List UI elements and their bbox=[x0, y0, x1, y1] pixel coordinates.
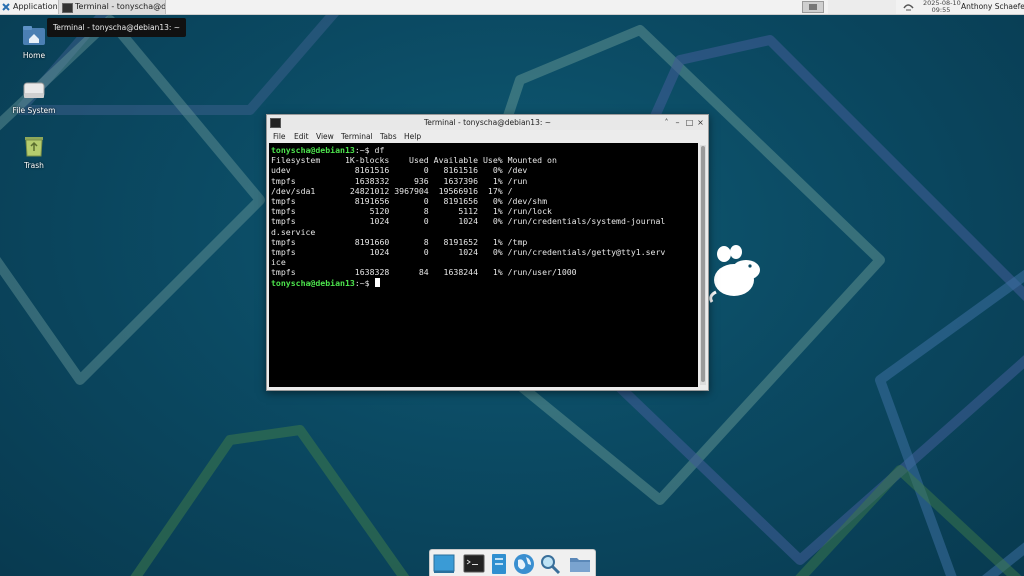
bottom-dock bbox=[429, 549, 596, 576]
maximize-button[interactable]: □ bbox=[684, 117, 695, 128]
workspace-window-thumbnail bbox=[809, 4, 817, 10]
prompt-suffix: :~$ bbox=[354, 277, 375, 288]
trash-icon bbox=[22, 134, 46, 158]
output-line: tmpfs 1638328 84 1638244 1% /run/user/10… bbox=[271, 267, 577, 278]
output-line: tmpfs 5120 8 5112 1% /run/lock bbox=[271, 206, 552, 217]
scrollbar-thumb[interactable] bbox=[701, 146, 705, 382]
menu-file[interactable]: File bbox=[273, 131, 286, 142]
panel-spacer bbox=[828, 0, 896, 14]
shell-prompt: tonyscha@debian13 bbox=[271, 145, 355, 155]
terminal-icon[interactable] bbox=[463, 553, 485, 575]
terminal-output-area[interactable]: tonyscha@debian13:~$ df Filesystem 1K-bl… bbox=[269, 143, 698, 387]
folder-icon[interactable] bbox=[569, 553, 591, 575]
applications-menu-label: Applications bbox=[13, 2, 62, 11]
app-finder-icon[interactable] bbox=[539, 553, 561, 575]
prompt-suffix: :~$ bbox=[354, 145, 375, 155]
taskbar-button-label: Terminal - tonyscha@de... bbox=[75, 2, 166, 11]
xfce-mouse-mascot bbox=[709, 245, 760, 303]
window-titlebar[interactable]: Terminal - tonyscha@debian13: ~ ˄ – □ × bbox=[267, 115, 708, 130]
window-menu-button[interactable]: ˄ bbox=[661, 117, 672, 128]
output-line: d.service bbox=[271, 226, 316, 237]
notification-tray-icon[interactable] bbox=[903, 2, 914, 12]
drive-icon bbox=[22, 79, 46, 103]
top-panel: Applications Terminal - tonyscha@de... 2… bbox=[0, 0, 1024, 15]
desktop-icon-label: Home bbox=[22, 51, 46, 60]
text-cursor bbox=[374, 277, 380, 287]
user-menu[interactable]: Anthony Schaefer bbox=[961, 0, 1024, 14]
menu-view[interactable]: View bbox=[316, 131, 334, 142]
output-line: ice bbox=[271, 257, 286, 268]
clock-time: 09:55 bbox=[931, 6, 951, 14]
output-line: /dev/sda1 24821012 3967904 19566916 17% … bbox=[271, 185, 513, 196]
close-button[interactable]: × bbox=[695, 117, 706, 128]
xfce-logo-icon bbox=[2, 3, 10, 11]
output-line: tmpfs 8191656 0 8191656 0% /dev/shm bbox=[271, 196, 548, 207]
window-title: Terminal - tonyscha@debian13: ~ bbox=[423, 118, 552, 127]
command-text: df bbox=[374, 145, 385, 155]
desktop-icon-label: File System bbox=[12, 106, 56, 115]
taskbar-terminal-button[interactable]: Terminal - tonyscha@de... bbox=[58, 0, 166, 14]
show-desktop-icon[interactable] bbox=[433, 553, 455, 575]
desktop-icon-file-system[interactable]: File System bbox=[4, 79, 64, 115]
desktop-icon-label: Trash bbox=[24, 161, 44, 170]
desktop-background: Home File System Trash Terminal - tonysc… bbox=[0, 0, 1024, 576]
menu-terminal[interactable]: Terminal bbox=[341, 131, 373, 142]
panel-clock[interactable]: 2025-08-10 09:55 bbox=[923, 0, 961, 14]
terminal-scrollbar[interactable] bbox=[700, 145, 706, 385]
desktop-icon-trash[interactable]: Trash bbox=[4, 134, 64, 170]
output-line: tmpfs 1024 0 1024 0% /run/credentials/ge… bbox=[271, 247, 666, 258]
output-line: tmpfs 8191660 8 8191652 1% /tmp bbox=[271, 236, 528, 247]
output-line: tmpfs 1024 0 1024 0% /run/credentials/sy… bbox=[271, 216, 666, 227]
shell-prompt: tonyscha@debian13 bbox=[271, 277, 355, 288]
menu-help[interactable]: Help bbox=[404, 131, 421, 142]
applications-menu-button[interactable]: Applications bbox=[2, 0, 62, 14]
menu-edit[interactable]: Edit bbox=[294, 131, 309, 142]
home-folder-icon bbox=[22, 24, 46, 48]
window-tooltip: Terminal - tonyscha@debian13: ~ bbox=[47, 18, 187, 37]
minimize-button[interactable]: – bbox=[672, 117, 683, 128]
output-line: udev 8161516 0 8161516 0% /dev bbox=[271, 165, 528, 176]
web-browser-icon[interactable] bbox=[513, 553, 535, 575]
terminal-menubar: File Edit View Terminal Tabs Help bbox=[267, 130, 708, 142]
terminal-task-icon bbox=[62, 3, 73, 13]
output-line: tmpfs 1638332 936 1637396 1% /run bbox=[271, 175, 528, 186]
workspace-switcher[interactable] bbox=[802, 1, 824, 13]
menu-tabs[interactable]: Tabs bbox=[380, 131, 397, 142]
file-manager-icon[interactable] bbox=[488, 553, 510, 575]
terminal-window[interactable]: Terminal - tonyscha@debian13: ~ ˄ – □ × … bbox=[266, 114, 709, 391]
output-line: Filesystem 1K-blocks Used Available Use%… bbox=[271, 155, 557, 166]
